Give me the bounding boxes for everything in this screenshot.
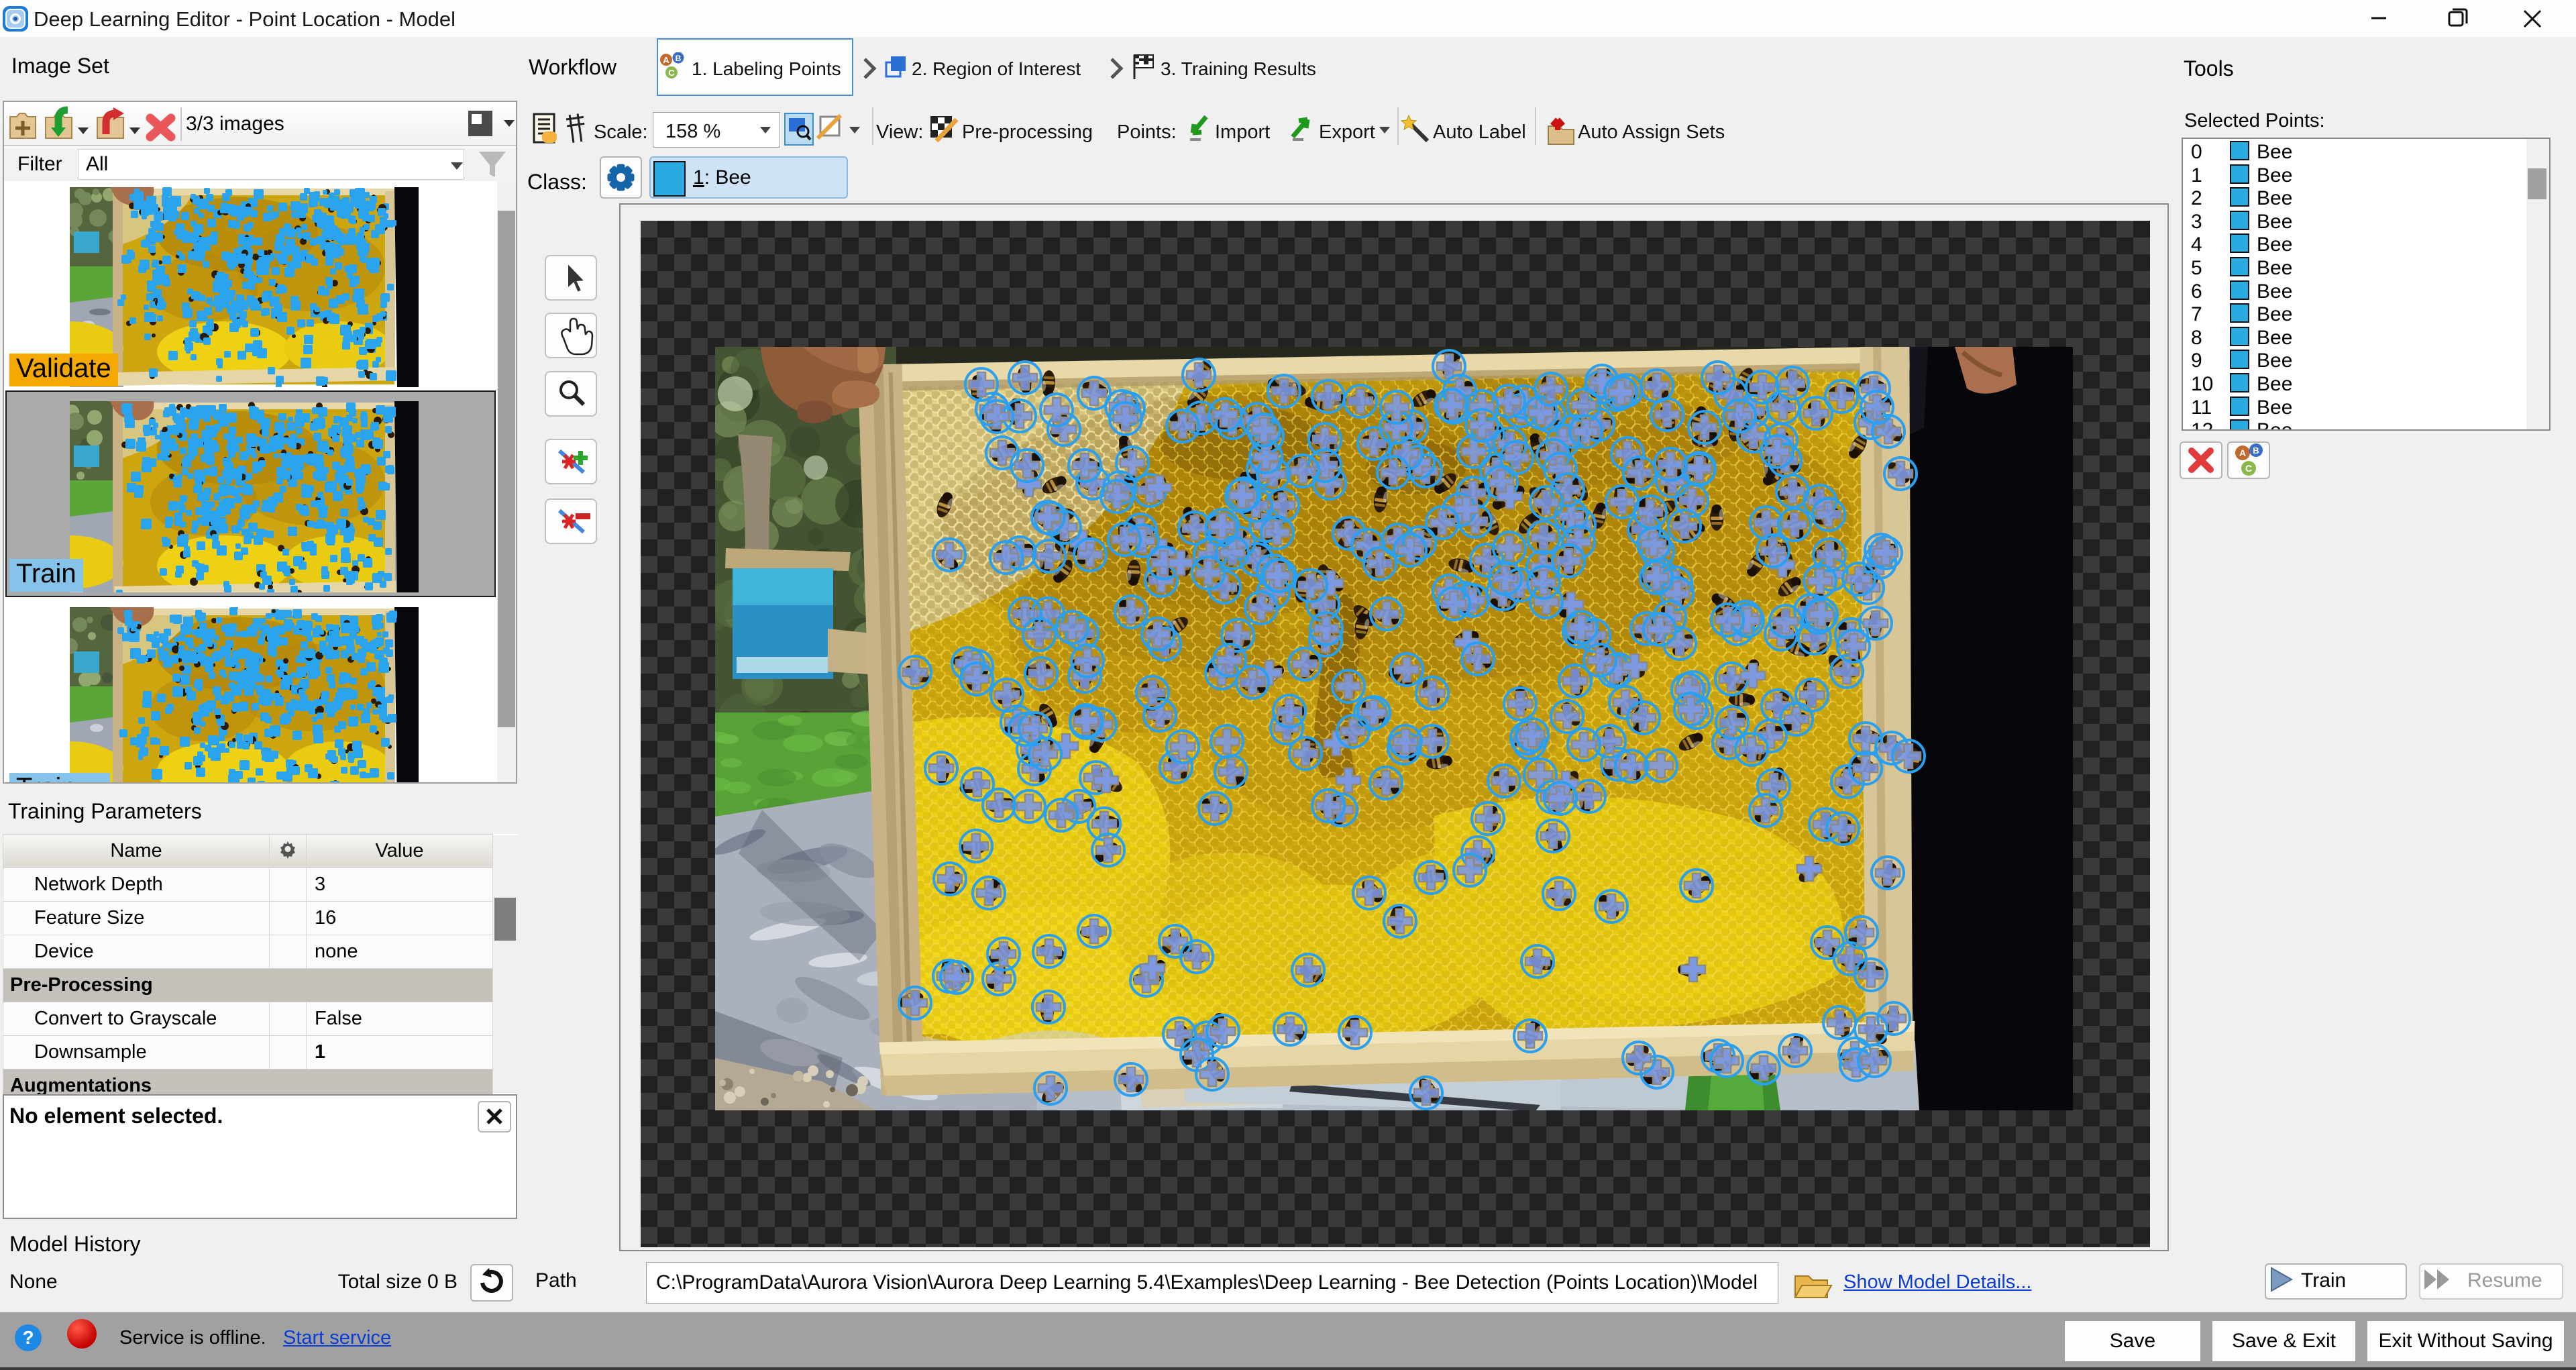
svg-text:A: A [2239, 447, 2246, 458]
svg-text:B: B [2253, 445, 2259, 456]
svg-text:A: A [663, 55, 669, 65]
svg-text:C: C [668, 68, 675, 78]
svg-text:B: B [676, 54, 682, 63]
svg-text:C: C [2245, 463, 2252, 474]
